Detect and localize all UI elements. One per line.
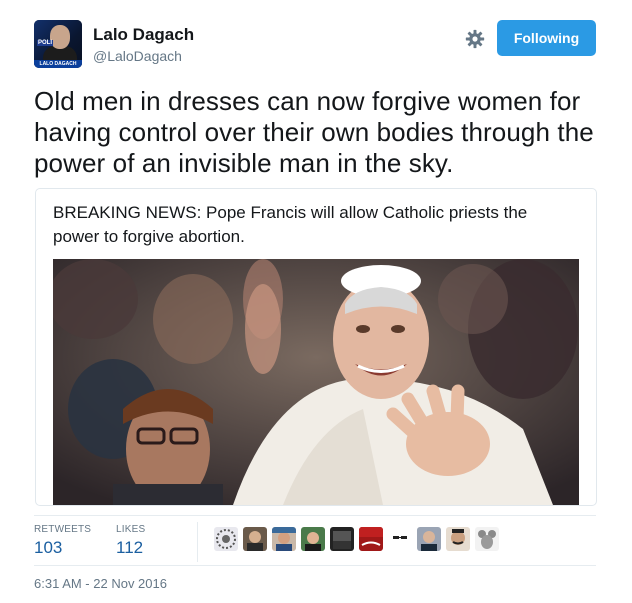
- liker-avatar[interactable]: [417, 527, 441, 551]
- liker-avatar[interactable]: [446, 527, 470, 551]
- tweet-timestamp[interactable]: 6:31 AM - 22 Nov 2016: [34, 576, 167, 591]
- card-photo[interactable]: [53, 259, 579, 505]
- tweet: POLI LALO DAGACH Lalo Dagach @LaloDagach…: [0, 0, 632, 603]
- author-name[interactable]: Lalo Dagach: [93, 25, 194, 45]
- author-avatar[interactable]: POLI LALO DAGACH: [34, 20, 82, 68]
- likes-count[interactable]: 112: [116, 538, 143, 558]
- likes-label: LIKES: [116, 524, 146, 535]
- retweets-count[interactable]: 103: [34, 538, 62, 558]
- liker-avatar[interactable]: [475, 527, 499, 551]
- stats-divider: [197, 522, 198, 562]
- avatar-tag: POLI: [37, 40, 54, 46]
- tweet-stats: RETWEETS 103 LIKES 112: [34, 515, 596, 566]
- link-card[interactable]: BREAKING NEWS: Pope Francis will allow C…: [35, 188, 597, 506]
- tweet-text: Old men in dresses can now forgive women…: [34, 86, 594, 178]
- liker-avatar[interactable]: [301, 527, 325, 551]
- avatar-caption: LALO DAGACH: [34, 60, 82, 68]
- retweets-label: RETWEETS: [34, 524, 92, 535]
- divider: [34, 565, 596, 566]
- gear-icon[interactable]: [464, 28, 486, 50]
- author-handle[interactable]: @LaloDagach: [93, 48, 182, 64]
- card-text: BREAKING NEWS: Pope Francis will allow C…: [53, 203, 528, 246]
- following-button[interactable]: Following: [497, 20, 596, 56]
- liker-avatar[interactable]: [330, 527, 354, 551]
- liker-avatar[interactable]: [359, 527, 383, 551]
- liker-avatar[interactable]: [388, 527, 412, 551]
- liker-avatar[interactable]: [272, 527, 296, 551]
- liker-avatar[interactable]: [214, 527, 238, 551]
- liker-avatar[interactable]: [243, 527, 267, 551]
- pope-photo-illustration: [53, 259, 579, 505]
